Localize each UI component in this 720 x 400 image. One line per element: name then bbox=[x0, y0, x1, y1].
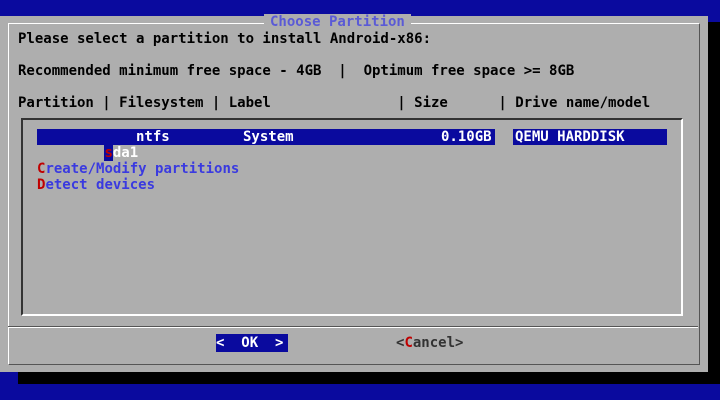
cancel-hotkey: C bbox=[404, 335, 413, 351]
partition-list: sda1 ntfs System 0.10GB QEMU HARDDISK Cr… bbox=[21, 118, 683, 316]
free-space-info: Recommended minimum free space - 4GB | O… bbox=[18, 63, 575, 79]
partition-name: da1 bbox=[112, 145, 139, 161]
create-modify-partitions-option[interactable]: Create/Modify partitions bbox=[37, 161, 239, 177]
choose-partition-dialog: Choose Partition Please select a partiti… bbox=[0, 14, 708, 372]
create-label: reate/Modify partitions bbox=[45, 161, 240, 177]
partition-row-sda1[interactable]: sda1 ntfs System 0.10GB QEMU HARDDISK bbox=[37, 129, 667, 161]
partition-hotkey: s bbox=[104, 145, 113, 161]
button-divider bbox=[8, 326, 698, 328]
partition-drive: QEMU HARDDISK bbox=[515, 129, 625, 145]
partition-label: System bbox=[243, 129, 294, 145]
detect-devices-option[interactable]: Detect devices bbox=[37, 177, 155, 193]
partition-table-header: Partition | Filesystem | Label | Size | … bbox=[18, 95, 651, 111]
dialog-shadow bbox=[18, 372, 720, 384]
install-prompt: Please select a partition to install And… bbox=[18, 31, 432, 47]
detect-label: etect devices bbox=[45, 177, 156, 193]
dialog-title: Choose Partition bbox=[264, 14, 411, 30]
cancel-button[interactable]: <Cancel> bbox=[396, 334, 470, 352]
cancel-rest: ancel> bbox=[412, 335, 464, 351]
dialog-shadow bbox=[708, 22, 720, 384]
partition-size: 0.10GB bbox=[441, 129, 492, 145]
partition-filesystem: ntfs bbox=[136, 129, 170, 145]
ok-button[interactable]: < OK > bbox=[216, 334, 288, 352]
